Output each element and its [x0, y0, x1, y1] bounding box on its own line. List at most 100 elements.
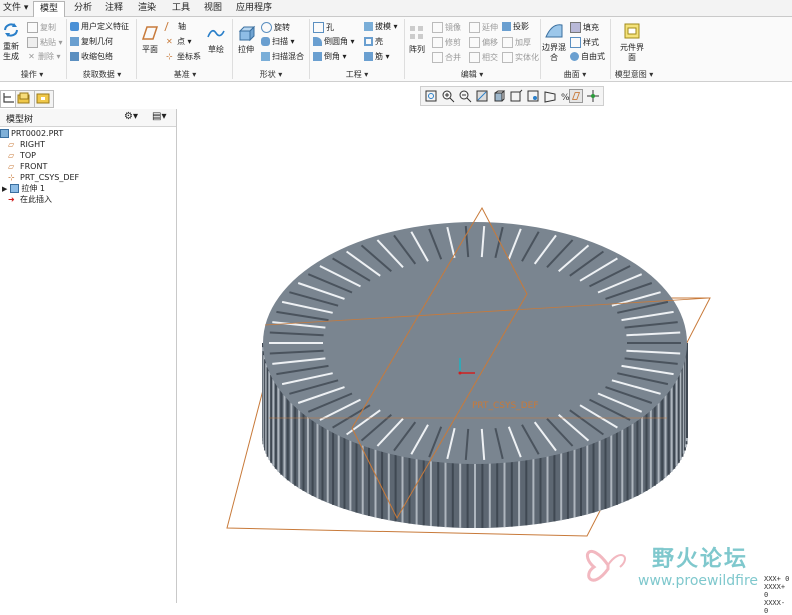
zoom-in-icon[interactable] [441, 89, 455, 103]
thicken-button[interactable]: 加厚 [502, 37, 531, 48]
graphics-toolbar: % [420, 86, 604, 106]
delete-icon: ✕ [28, 52, 35, 61]
group-datum[interactable]: 基准 ▾ [140, 69, 230, 80]
tab-applications[interactable]: 应用程序 [230, 1, 278, 15]
solidify-button[interactable]: 实体化 [502, 52, 539, 63]
tree-item-extrude[interactable]: ▶ 拉伸 1 [2, 184, 45, 194]
tab-folder-browser[interactable] [15, 90, 35, 108]
copy-button[interactable]: 复制 [27, 22, 56, 33]
tree-item-insert-here[interactable]: ➜ 在此插入 [8, 195, 52, 205]
project-icon [502, 22, 511, 31]
tree-item-right[interactable]: ▱ RIGHT [8, 140, 45, 150]
regenerate-button[interactable]: 重新生成 [0, 20, 22, 62]
display-style-icon[interactable] [492, 89, 506, 103]
refit-icon[interactable] [424, 89, 438, 103]
zoom-out-icon[interactable] [458, 89, 472, 103]
round-icon [313, 37, 322, 46]
csys-label[interactable]: PRT_CSYS_DEF [472, 401, 539, 411]
tab-analysis[interactable]: 分析 [68, 1, 98, 15]
tree-item-front[interactable]: ▱ FRONT [8, 162, 47, 172]
offset-button[interactable]: 偏移 [469, 37, 498, 48]
point-label: 点 [177, 37, 185, 46]
group-get-data[interactable]: 获取数据 ▾ [70, 69, 134, 80]
mirror-label: 镜像 [445, 23, 461, 32]
watermark-url: www.proewildfire [638, 573, 759, 589]
sweep-button[interactable]: 扫描 ▾ [261, 37, 295, 47]
boundary-blend-button[interactable]: 边界混合 [542, 21, 566, 63]
spin-center-icon[interactable] [586, 89, 600, 103]
shell-button[interactable]: 壳 [364, 37, 383, 47]
tab-model[interactable]: 模型 [33, 1, 66, 17]
model-tree-header: 模型树 ⚙▾ ▤▾ [0, 109, 176, 127]
axis-button[interactable]: 轴 [164, 22, 186, 32]
delete-button[interactable]: ✕ 删除 ▾ [27, 52, 60, 62]
boundary-blend-label: 边界混合 [542, 43, 566, 62]
gear-model-view[interactable]: PRT_CSYS_DEF [177, 108, 792, 603]
rib-button[interactable]: 筋 ▾ [364, 52, 390, 62]
extend-button[interactable]: 延伸 [469, 22, 498, 33]
mirror-icon [432, 22, 443, 33]
tab-tools[interactable]: 工具 [166, 1, 196, 15]
tab-favorites[interactable] [34, 90, 54, 108]
repaint-icon[interactable] [475, 89, 489, 103]
coordinate-system-button[interactable]: ⊹ 坐标系 [166, 52, 201, 62]
component-interface-button[interactable]: 元件界面 [618, 21, 646, 63]
group-engineering[interactable]: 工程 ▾ [312, 69, 402, 80]
file-menu[interactable]: 文件 ▾ [0, 1, 31, 15]
pattern-button[interactable]: 阵列 [405, 23, 429, 55]
tree-item-top[interactable]: ▱ TOP [8, 151, 36, 161]
sketch-button[interactable]: 草绘 [203, 23, 229, 55]
tab-annotate[interactable]: 注释 [99, 1, 129, 15]
point-button[interactable]: ✕ 点 ▾ [166, 37, 192, 47]
shrinkwrap-button[interactable]: 收缩包络 [70, 52, 113, 62]
project-button[interactable]: 投影 [502, 22, 529, 32]
tree-settings-icon[interactable]: ⚙▾ [124, 111, 138, 122]
tab-render[interactable]: 渲染 [132, 1, 162, 15]
revolve-button[interactable]: 旋转 [261, 22, 290, 33]
copy-geometry-button[interactable]: 复制几何 [70, 37, 113, 47]
gear-top-face[interactable] [263, 222, 687, 464]
navigator-tabs [0, 90, 176, 108]
tree-item-part[interactable]: PRT0002.PRT [0, 129, 63, 139]
group-shapes[interactable]: 形状 ▾ [234, 69, 308, 80]
part-icon [0, 129, 9, 138]
round-button[interactable]: 倒圆角 ▾ [313, 37, 355, 47]
mirror-button[interactable]: 镜像 [432, 22, 461, 33]
separator [309, 19, 310, 79]
datum-plane-icon: ▱ [8, 162, 15, 171]
merge-button[interactable]: 合并 [432, 52, 461, 63]
group-editing[interactable]: 编辑 ▾ [406, 69, 538, 80]
group-operations[interactable]: 操作 ▾ [2, 69, 62, 80]
paste-button[interactable]: 粘贴 ▾ [27, 37, 63, 48]
draft-button[interactable]: 拔模 ▾ [364, 22, 398, 32]
chamfer-button[interactable]: 倒角 ▾ [313, 52, 347, 62]
datum-display-icon[interactable] [569, 89, 583, 103]
intersect-button[interactable]: 相交 [469, 52, 498, 63]
swept-blend-icon [261, 52, 270, 61]
round-label: 倒圆角 [324, 37, 348, 46]
swept-blend-button[interactable]: 扫描混合 [261, 52, 304, 62]
tree-label: FRONT [20, 162, 48, 171]
freestyle-button[interactable]: 自由式 [570, 52, 605, 62]
tree-item-csys[interactable]: ⊹ PRT_CSYS_DEF [8, 173, 79, 183]
trim-button[interactable]: 修剪 [432, 37, 461, 48]
tree-columns-icon[interactable]: ▤▾ [152, 111, 166, 122]
trim-label: 修剪 [445, 38, 461, 47]
group-model-intent[interactable]: 模型意图 ▾ [610, 69, 658, 80]
extrude-feature-icon [10, 184, 20, 193]
expand-arrow-icon[interactable]: ▶ [2, 185, 7, 193]
draft-icon [364, 22, 373, 31]
group-surfaces[interactable]: 曲面 ▾ [542, 69, 608, 80]
tab-view[interactable]: 视图 [198, 1, 228, 15]
udf-icon [70, 22, 79, 31]
plane-button[interactable]: 平面 [138, 23, 162, 55]
user-defined-feature-button[interactable]: 用户定义特征 [70, 22, 129, 32]
extrude-button[interactable]: 拉伸 [234, 23, 258, 55]
fill-button[interactable]: 填充 [570, 22, 599, 33]
hole-button[interactable]: 孔 [313, 22, 334, 33]
style-button[interactable]: 样式 [570, 37, 599, 48]
perspective-icon[interactable] [543, 89, 557, 103]
graphics-viewport[interactable]: PRT_CSYS_DEF [177, 108, 792, 603]
saved-orientations-icon[interactable] [509, 89, 523, 103]
view-manager-icon[interactable] [526, 89, 540, 103]
